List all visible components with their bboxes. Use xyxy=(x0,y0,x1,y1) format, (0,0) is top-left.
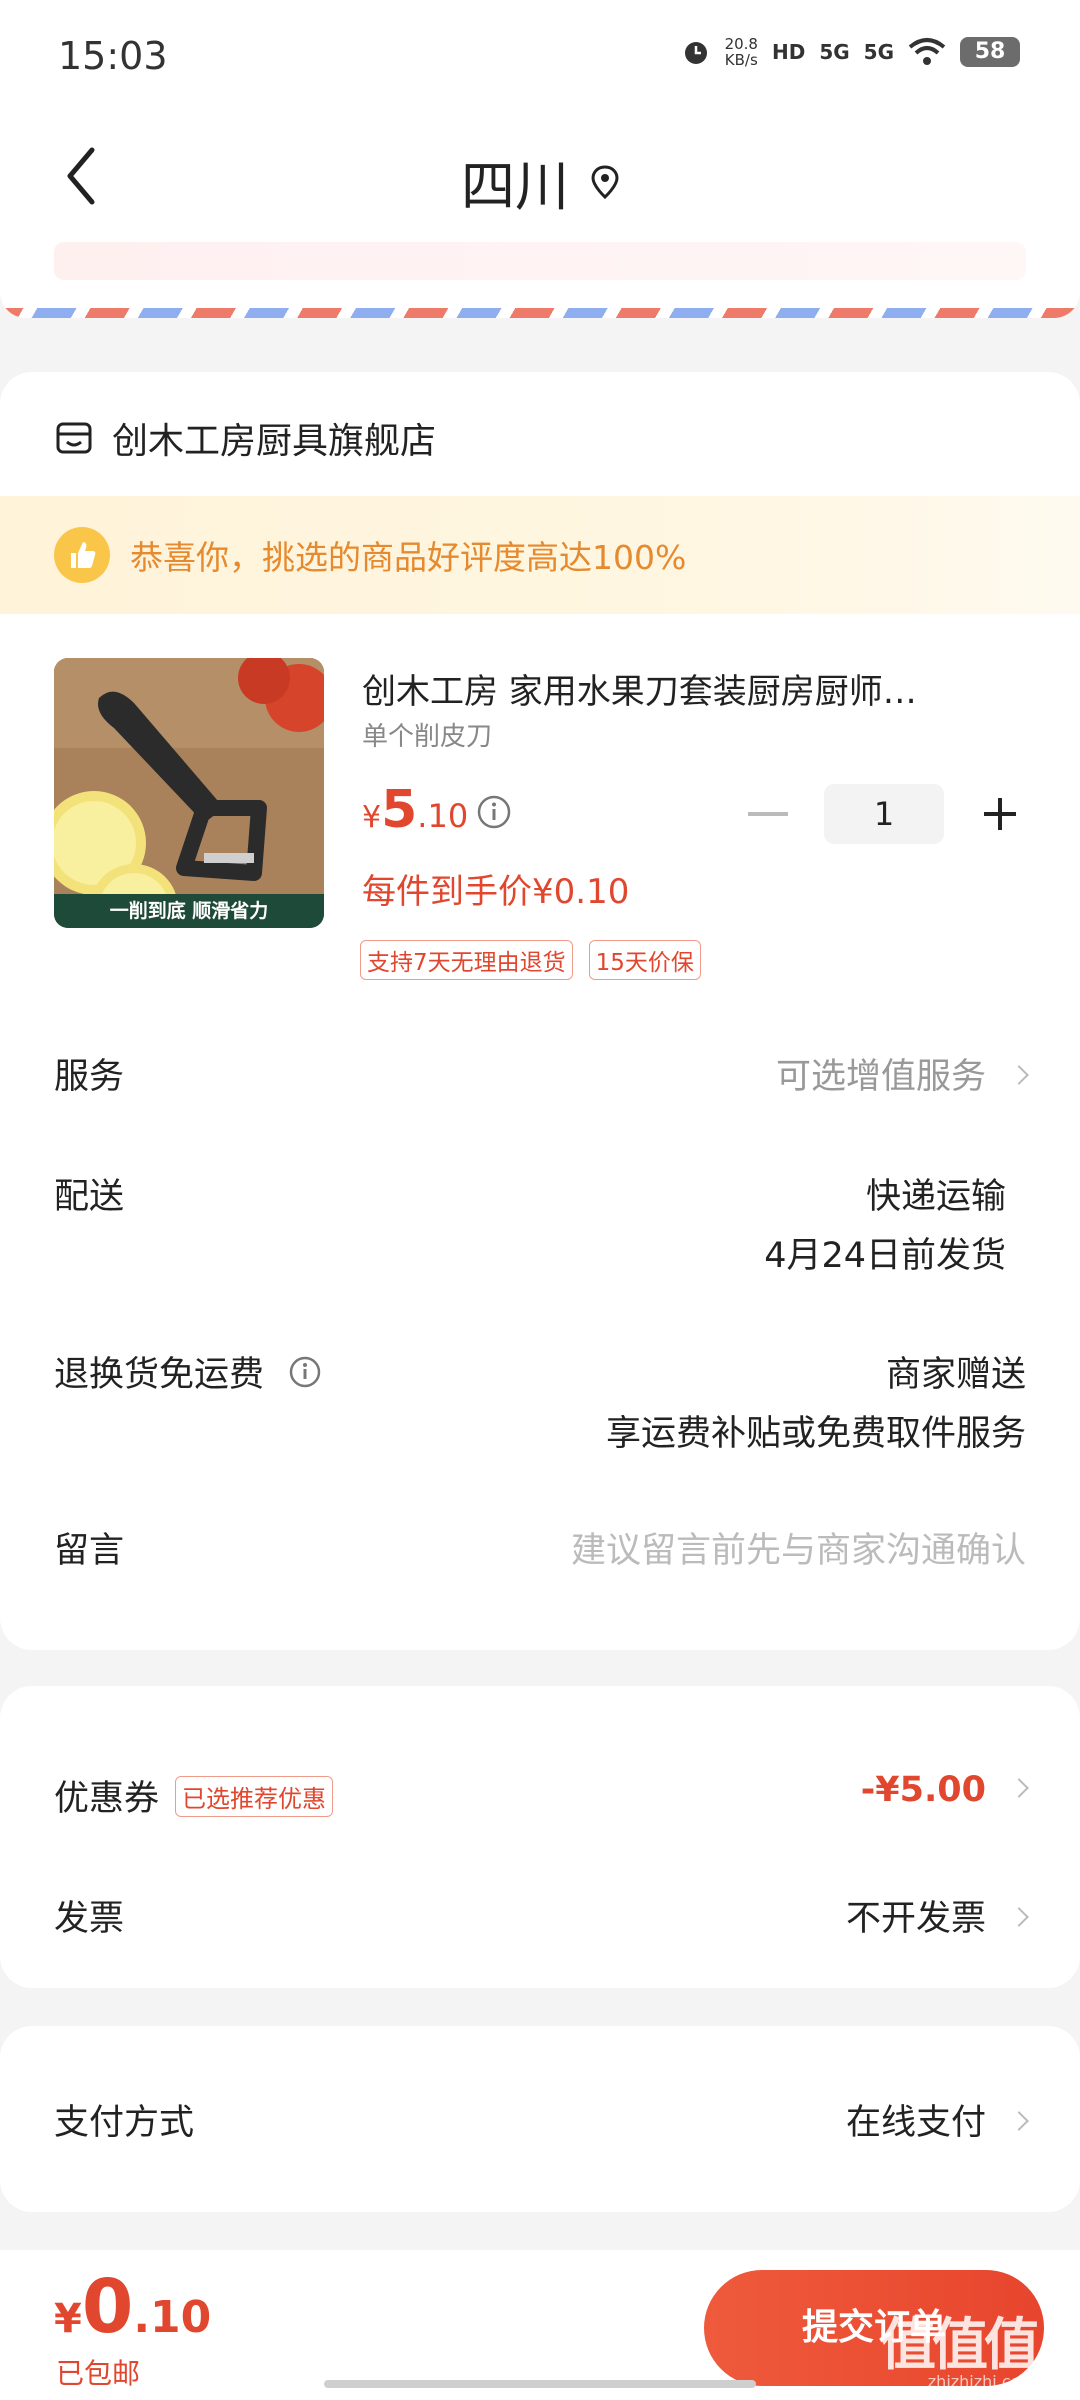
invoice-row[interactable]: 发票 不开发票 xyxy=(54,1890,1029,1946)
status-icons: 20.8 KB/s HD 5G 5G 58 xyxy=(681,36,1020,68)
address-placeholder xyxy=(54,242,1026,280)
service-row[interactable]: 服务 可选增值服务 xyxy=(54,1048,1029,1104)
service-label: 服务 xyxy=(54,1057,125,1097)
watermark-logo: 值值值 xyxy=(880,2313,1040,2378)
coupon-label: 优惠券 xyxy=(54,1779,160,1819)
thumbs-up-icon xyxy=(54,527,110,583)
signal-icon-1: 5G xyxy=(819,40,850,64)
decrease-button[interactable] xyxy=(748,812,788,816)
total-price: ¥ 0 .10 xyxy=(54,2264,212,2350)
free-return-row: 退换货免运费 商家赠送 享运费补贴或免费取件服务 xyxy=(54,1346,1026,1456)
quantity-stepper: 1 xyxy=(748,784,1024,844)
delivery-date: 4月24日前发货 xyxy=(764,1236,1006,1276)
product-image[interactable]: 一削到底 顺滑省力 xyxy=(54,658,324,928)
status-bar: 15:03 20.8 KB/s HD 5G 5G 58 xyxy=(0,0,1080,118)
address-card[interactable] xyxy=(0,238,1080,318)
network-speed: 20.8 KB/s xyxy=(724,35,758,69)
tag-return: 支持7天无理由退货 xyxy=(360,940,573,980)
airmail-border xyxy=(0,308,1080,318)
delivery-label: 配送 xyxy=(54,1177,125,1217)
wifi-icon xyxy=(908,38,946,65)
payment-label: 支付方式 xyxy=(54,2103,195,2143)
invoice-label: 发票 xyxy=(54,1899,125,1939)
tag-price-protect: 15天价保 xyxy=(588,940,701,980)
shop-header[interactable]: 创木工房厨具旗舰店 xyxy=(54,412,436,464)
price-info-icon[interactable] xyxy=(476,794,512,830)
praise-banner: 恭喜你，挑选的商品好评度高达100% xyxy=(0,496,1080,614)
invoice-value: 不开发票 xyxy=(845,1899,986,1939)
alarm-icon xyxy=(684,42,707,64)
chevron-right-icon xyxy=(1009,1065,1029,1085)
page-title: 四川 xyxy=(461,155,569,218)
coupon-tag: 已选推荐优惠 xyxy=(175,1775,334,1817)
status-time: 15:03 xyxy=(58,34,168,78)
free-return-info-icon[interactable] xyxy=(288,1355,322,1389)
delivery-row[interactable]: 配送 快递运输 4月24日前发货 xyxy=(54,1168,1026,1278)
watermark-url: zhizhizhi.com xyxy=(927,2372,1036,2391)
chevron-right-icon xyxy=(1009,1907,1029,1927)
shop-name: 创木工房厨具旗舰店 xyxy=(112,421,437,462)
message-input[interactable]: 建议留言前先与商家沟通确认 xyxy=(571,1522,1026,1573)
increase-button[interactable] xyxy=(964,784,1024,844)
free-shipping-label: 已包邮 xyxy=(56,2357,141,2390)
discount-card: 优惠券 已选推荐优惠 -¥5.00 发票 不开发票 xyxy=(0,1686,1080,1988)
chevron-right-icon xyxy=(1009,1778,1029,1798)
free-return-desc: 享运费补贴或免费取件服务 xyxy=(605,1414,1026,1454)
product-price: ¥ 5 .10 xyxy=(362,780,469,840)
payment-row[interactable]: 支付方式 在线支付 xyxy=(54,2094,1029,2150)
page-title-container[interactable]: 四川 xyxy=(0,142,1080,221)
service-value: 可选增值服务 xyxy=(775,1057,986,1097)
service-tags: 支持7天无理由退货 15天价保 xyxy=(360,940,701,980)
battery-indicator: 58 xyxy=(960,37,1020,67)
product-image-caption: 一削到底 顺滑省力 xyxy=(54,894,324,928)
praise-text: 恭喜你，挑选的商品好评度高达100% xyxy=(130,538,687,577)
product-peeler-illustration xyxy=(54,658,324,928)
quantity-input[interactable]: 1 xyxy=(824,784,944,844)
page-header: 四川 xyxy=(0,118,1080,238)
signal-icon-2: 5G xyxy=(863,40,894,64)
product-spec[interactable]: 单个削皮刀 xyxy=(362,716,492,753)
payment-value: 在线支付 xyxy=(845,2103,986,2143)
hd-icon: HD xyxy=(771,40,806,64)
deal-price: 每件到手价¥0.10 xyxy=(362,872,630,912)
chevron-right-icon xyxy=(1009,2111,1029,2131)
checkout-bar: ¥ 0 .10 已包邮 提交订单 值值值 zhizhizhi.com xyxy=(0,2250,1080,2400)
free-return-value: 商家赠送 xyxy=(885,1355,1026,1395)
delivery-method: 快递运输 xyxy=(865,1177,1006,1217)
product-title[interactable]: 创木工房 家用水果刀套装厨房厨师… xyxy=(362,664,1002,713)
order-item-card: 创木工房厨具旗舰店 恭喜你，挑选的商品好评度高达100% 一削到底 顺滑省力 创… xyxy=(0,372,1080,1650)
home-indicator[interactable] xyxy=(324,2380,756,2388)
free-return-label: 退换货免运费 xyxy=(54,1355,265,1395)
location-pin-icon xyxy=(591,164,619,199)
coupon-value: -¥5.00 xyxy=(860,1770,986,1810)
payment-card: 支付方式 在线支付 xyxy=(0,2026,1080,2212)
shop-icon xyxy=(56,422,92,454)
message-row[interactable]: 留言 建议留言前先与商家沟通确认 xyxy=(54,1522,1026,1578)
coupon-row[interactable]: 优惠券 已选推荐优惠 -¥5.00 xyxy=(54,1770,1029,1826)
message-label: 留言 xyxy=(54,1531,125,1571)
